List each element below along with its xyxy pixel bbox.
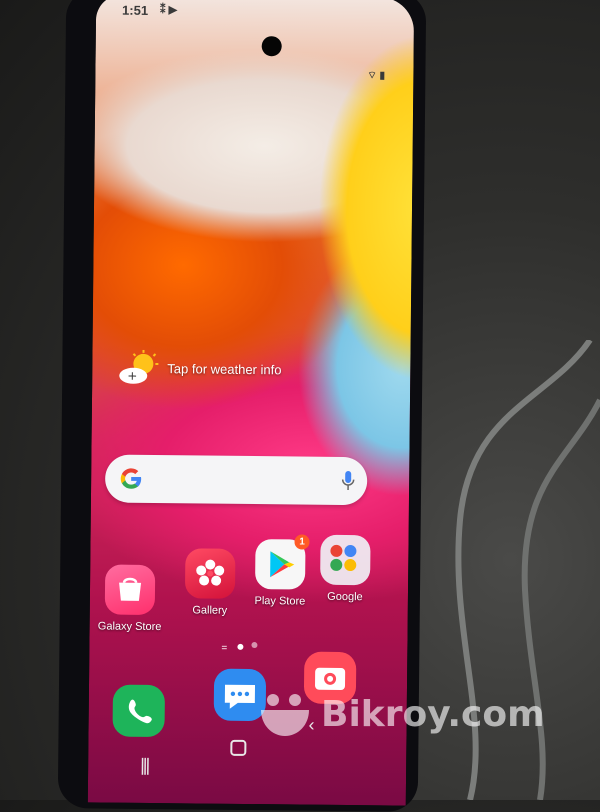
app-google-folder[interactable]: Google <box>310 535 381 604</box>
weather-label: Tap for weather info <box>167 361 281 377</box>
app-label: Galaxy Store <box>95 620 165 633</box>
phone-screen: 1:51 ⁑ ▶ ⌔ ▮ + Tap for weather info <box>88 0 414 806</box>
app-gallery[interactable]: Gallery <box>175 548 246 617</box>
app-label: Google <box>310 591 380 604</box>
google-folder-icon <box>320 535 371 586</box>
photo-scene: 1:51 ⁑ ▶ ⌔ ▮ + Tap for weather info <box>0 0 600 800</box>
notification-icons: ⁑ ▶ <box>160 3 177 16</box>
app-label: Gallery <box>175 604 245 617</box>
weather-widget[interactable]: + Tap for weather info <box>117 350 282 388</box>
gallery-icon <box>185 548 236 599</box>
camera-punch-hole <box>262 36 282 56</box>
weather-icon: + <box>117 350 161 386</box>
svg-text:+: + <box>127 369 137 383</box>
watermark: Bikroy.com <box>255 690 545 738</box>
app-galaxy-store[interactable]: Galaxy Store <box>95 564 166 633</box>
mic-icon[interactable] <box>341 470 355 492</box>
home-button[interactable] <box>230 740 246 756</box>
google-search-bar[interactable] <box>105 454 367 505</box>
play-store-icon: 1 <box>255 539 306 590</box>
page-dot <box>251 642 257 648</box>
recents-button[interactable]: ||| <box>140 755 148 776</box>
page-dot-active <box>237 644 243 650</box>
status-time: 1:51 <box>122 3 148 18</box>
notification-badge: 1 <box>294 534 309 549</box>
signal-battery-icons: ⌔ ▮ <box>367 69 385 82</box>
app-play-store[interactable]: 1 Play Store <box>245 539 316 608</box>
home-page-indicator-icon: = <box>221 643 227 654</box>
google-g-icon <box>119 467 143 491</box>
app-label: Play Store <box>245 595 315 608</box>
watermark-text: Bikroy.com <box>321 694 545 735</box>
galaxy-store-icon <box>105 564 156 615</box>
watermark-logo-icon <box>255 690 315 738</box>
phone-icon[interactable] <box>112 685 165 738</box>
